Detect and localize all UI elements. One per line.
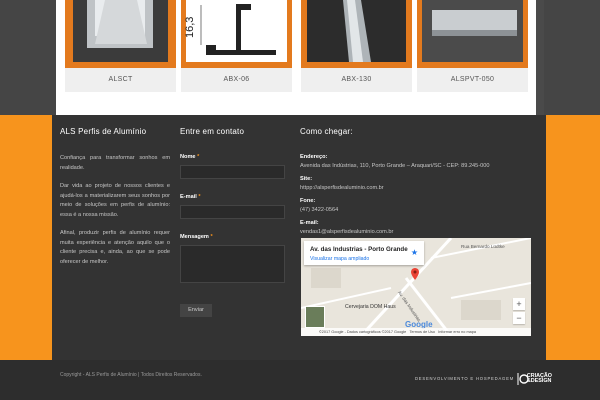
site-label: Site:: [300, 176, 313, 182]
email-label: E-mail:: [300, 220, 319, 226]
product-card[interactable]: ABX-130: [301, 0, 412, 92]
message-label: Mensagem *: [180, 234, 213, 240]
product-band: ALSCT 16,3 ABX-06 ABX-130 ALSPVT-050: [0, 0, 600, 115]
name-field[interactable]: [180, 165, 285, 179]
map-poi-label: Cervejaria DOM Haus: [345, 304, 396, 310]
zoom-in-button[interactable]: +: [513, 298, 525, 310]
product-caption[interactable]: ALSCT: [65, 68, 176, 92]
name-label: Nome *: [180, 154, 200, 160]
product-caption[interactable]: ABX-130: [301, 68, 412, 92]
dimension-label: 16,3: [184, 16, 196, 38]
map-report-link[interactable]: Informar erro no mapa: [438, 330, 476, 334]
map-attribution: ©2017 Google - Dados cartográficos ©2017…: [319, 330, 407, 334]
product-image[interactable]: [65, 0, 176, 68]
email-link[interactable]: vendas1@alsperfisdealuminio.com.br: [300, 229, 540, 235]
phone-label: Fone:: [300, 198, 316, 204]
zoom-out-button[interactable]: −: [513, 312, 525, 324]
product-card[interactable]: ALSPVT-050: [417, 0, 528, 92]
map-pin-icon[interactable]: [411, 268, 419, 280]
map-terms-link[interactable]: Termos de Uso: [409, 330, 435, 334]
message-field[interactable]: [180, 245, 285, 283]
location-column: Como chegar: Endereço: Avenida das Indús…: [300, 127, 540, 242]
band-left-margin: [0, 0, 56, 115]
band-right-margin: [544, 0, 600, 115]
about-paragraph: Dar vida ao projeto de nossos clientes e…: [60, 183, 170, 218]
product-image[interactable]: [301, 0, 412, 68]
map-embed[interactable]: Av. das Industrias - Porto Grande Visual…: [301, 238, 531, 336]
email-label: E-mail *: [180, 194, 201, 200]
site-link[interactable]: httpp://alsperfisdealuminio.com.br: [300, 185, 540, 191]
footer: ALS Perfis de Alumínio Confiança para tr…: [0, 115, 600, 360]
address-value: Avenida das Indústrias, 110, Porto Grand…: [300, 163, 490, 169]
contact-column: Entre em contato Nome * E-mail * Mensage…: [180, 127, 290, 317]
save-star-icon[interactable]: ★: [411, 248, 418, 257]
product-image[interactable]: [417, 0, 528, 68]
map-place-card: Av. das Industrias - Porto Grande Visual…: [304, 241, 424, 265]
map-enlarge-link[interactable]: Visualizar mapa ampliado: [310, 256, 369, 262]
about-paragraph: Afinal, produzir perfis de alumínio requ…: [60, 230, 170, 265]
address-label: Endereço:: [300, 154, 328, 160]
about-title: ALS Perfis de Alumínio: [60, 127, 147, 136]
product-card[interactable]: ALSCT: [65, 0, 176, 92]
location-title: Como chegar:: [300, 127, 353, 136]
product-card[interactable]: 16,3 ABX-06: [181, 0, 292, 92]
developer-credit: DESENVOLVIMENTO E HOSPEDAGEM: [414, 376, 514, 381]
product-grid: ALSCT 16,3 ABX-06 ABX-130 ALSPVT-050: [56, 0, 536, 115]
map-place-title: Av. das Industrias - Porto Grande: [310, 246, 408, 253]
agency-logo-text[interactable]: CRIAÇÃO &DESIGN: [527, 373, 552, 385]
product-caption[interactable]: ALSPVT-050: [417, 68, 528, 92]
bottom-bar: Copyright - ALS Perfis de Alumínio | Tod…: [0, 360, 600, 400]
satellite-toggle[interactable]: [305, 306, 325, 328]
map-attribution-bar: ©2017 Google - Dados cartográficos ©2017…: [301, 328, 531, 336]
map-street-label: Rua Bernardo Lüdtke: [461, 244, 505, 249]
phone-value: (47) 3422-0564: [300, 207, 339, 213]
product-image[interactable]: 16,3: [181, 0, 292, 68]
copyright-text: Copyright - ALS Perfis de Alumínio | Tod…: [60, 372, 202, 378]
contact-title: Entre em contato: [180, 127, 245, 136]
about-paragraph: Confiança para transformar sonhos em rea…: [60, 155, 170, 171]
submit-button[interactable]: Enviar: [180, 304, 212, 317]
about-column: ALS Perfis de Alumínio Confiança para tr…: [60, 127, 170, 276]
email-field[interactable]: [180, 205, 285, 219]
product-caption[interactable]: ABX-06: [181, 68, 292, 92]
